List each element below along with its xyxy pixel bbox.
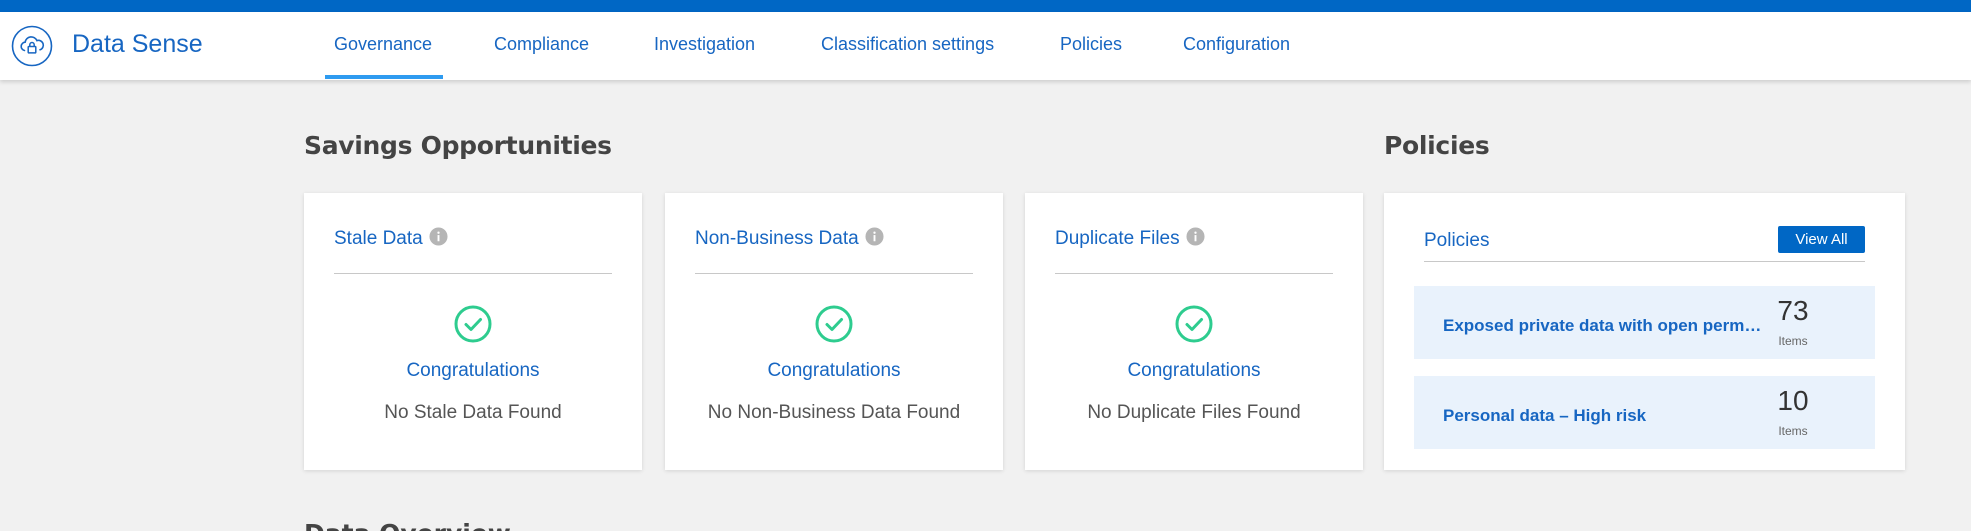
savings-opportunities-heading: Savings Opportunities xyxy=(304,131,612,160)
policy-item-unit: Items xyxy=(1778,424,1808,438)
policy-name[interactable]: Exposed private data with open permi... xyxy=(1443,316,1763,336)
duplicate-files-card: Duplicate Files Congratulations No Dupli… xyxy=(1025,193,1363,470)
cloud-lock-icon[interactable] xyxy=(11,25,53,67)
tab-configuration[interactable]: Configuration xyxy=(1183,34,1290,55)
tab-compliance[interactable]: Compliance xyxy=(494,34,589,55)
card-header: Stale Data xyxy=(334,227,612,274)
info-icon[interactable] xyxy=(865,227,884,246)
tab-policies[interactable]: Policies xyxy=(1060,34,1122,55)
top-accent-bar xyxy=(0,0,1971,12)
policy-name[interactable]: Personal data – High risk xyxy=(1443,406,1763,426)
card-title-text[interactable]: Stale Data xyxy=(334,228,423,249)
policy-row-exposed-private-data[interactable]: Exposed private data with open permi... … xyxy=(1414,286,1875,359)
app-header: Data Sense Governance Compliance Investi… xyxy=(0,12,1971,80)
status-title: Congratulations xyxy=(1127,360,1261,381)
non-business-data-card: Non-Business Data Congratulations No Non… xyxy=(665,193,1003,470)
data-overview-heading: Data Overview xyxy=(304,519,511,531)
view-all-button[interactable]: View All xyxy=(1778,226,1865,253)
policy-item-unit: Items xyxy=(1778,334,1808,348)
policy-row-personal-data-high-risk[interactable]: Personal data – High risk 10 Items xyxy=(1414,376,1875,449)
stale-data-card: Stale Data Congratulations No Stale Data… xyxy=(304,193,642,470)
info-icon[interactable] xyxy=(429,227,448,246)
status-title: Congratulations xyxy=(767,360,901,381)
card-title[interactable]: Duplicate Files xyxy=(1055,227,1205,250)
card-title[interactable]: Policies xyxy=(1424,230,1489,252)
policies-card: Policies View All Exposed private data w… xyxy=(1384,193,1905,470)
status-text: No Stale Data Found xyxy=(384,402,562,423)
policies-heading: Policies xyxy=(1384,131,1490,160)
card-header: Duplicate Files xyxy=(1055,227,1333,274)
card-title[interactable]: Non-Business Data xyxy=(695,227,884,250)
policy-item-count: 10 xyxy=(1777,385,1809,416)
status-text: No Duplicate Files Found xyxy=(1087,402,1301,423)
card-header: Non-Business Data xyxy=(695,227,973,274)
check-circle-icon xyxy=(454,305,492,343)
card-title[interactable]: Stale Data xyxy=(334,227,448,250)
app-title: Data Sense xyxy=(72,30,203,58)
info-icon[interactable] xyxy=(1186,227,1205,246)
tab-classification-settings[interactable]: Classification settings xyxy=(821,34,994,55)
tab-investigation[interactable]: Investigation xyxy=(654,34,755,55)
check-circle-icon xyxy=(1175,305,1213,343)
status-title: Congratulations xyxy=(406,360,540,381)
check-circle-icon xyxy=(815,305,853,343)
tab-governance[interactable]: Governance xyxy=(334,34,432,55)
policy-item-count: 73 xyxy=(1777,295,1809,326)
active-tab-indicator xyxy=(325,75,443,79)
card-title-text[interactable]: Duplicate Files xyxy=(1055,228,1180,249)
card-title-text[interactable]: Non-Business Data xyxy=(695,228,859,249)
status-text: No Non-Business Data Found xyxy=(707,402,961,423)
